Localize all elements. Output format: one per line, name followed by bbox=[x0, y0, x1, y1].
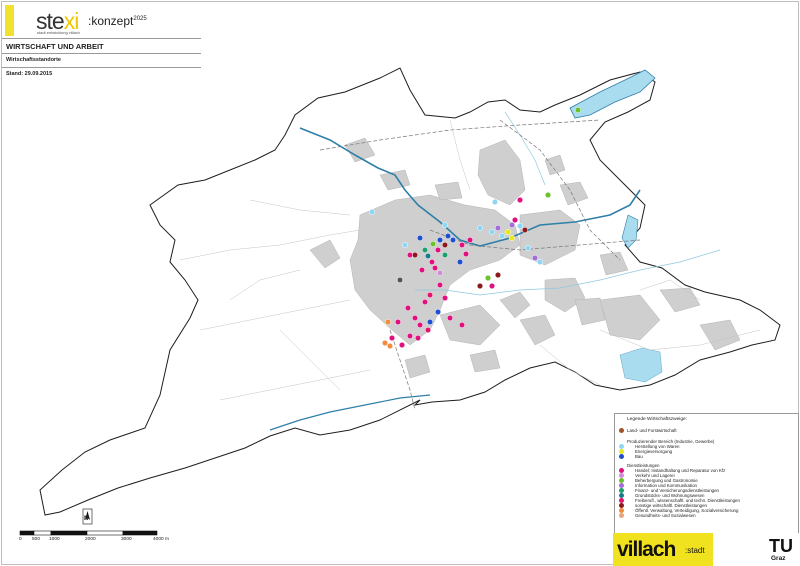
north-label: N bbox=[84, 516, 89, 522]
location-point bbox=[421, 298, 429, 306]
location-point bbox=[416, 321, 424, 329]
legend: Legende Wirtschaftszweige: Land- und For… bbox=[614, 413, 799, 535]
location-point bbox=[476, 224, 484, 232]
location-point bbox=[441, 221, 449, 229]
location-point bbox=[446, 314, 454, 322]
location-point bbox=[429, 240, 437, 248]
location-point bbox=[418, 266, 426, 274]
location-point bbox=[444, 232, 452, 240]
scale-label: 1000 bbox=[49, 537, 60, 542]
location-point bbox=[398, 341, 406, 349]
scale-label: 2000 bbox=[85, 537, 96, 542]
location-point bbox=[531, 254, 539, 262]
location-point bbox=[516, 196, 524, 204]
location-point bbox=[434, 308, 442, 316]
legend-item: Bau bbox=[635, 454, 643, 459]
location-point bbox=[406, 332, 414, 340]
location-point bbox=[484, 274, 492, 282]
location-point bbox=[458, 321, 466, 329]
scale-label: 4000 m bbox=[153, 537, 169, 542]
location-point bbox=[406, 251, 414, 259]
location-point bbox=[436, 236, 444, 244]
location-point bbox=[488, 282, 496, 290]
villach-logo: villach :stadt bbox=[613, 533, 713, 566]
location-point bbox=[498, 232, 506, 240]
location-point bbox=[491, 198, 499, 206]
location-point bbox=[388, 334, 396, 342]
location-point bbox=[416, 234, 424, 242]
location-point bbox=[436, 269, 444, 277]
location-point bbox=[458, 241, 466, 249]
location-point bbox=[466, 236, 474, 244]
location-point bbox=[524, 244, 532, 252]
location-point bbox=[436, 281, 444, 289]
scale-label: 0 bbox=[19, 537, 22, 542]
location-point bbox=[511, 216, 519, 224]
location-point bbox=[508, 221, 516, 229]
location-point bbox=[441, 241, 449, 249]
location-point bbox=[494, 224, 502, 232]
location-point bbox=[476, 282, 484, 290]
location-point bbox=[396, 276, 404, 284]
location-point bbox=[462, 250, 470, 258]
location-point bbox=[434, 246, 442, 254]
location-point bbox=[431, 264, 439, 272]
location-point bbox=[488, 228, 496, 236]
location-point bbox=[494, 271, 502, 279]
legend-swatch bbox=[619, 454, 624, 459]
location-point bbox=[386, 342, 394, 350]
legend-item: Land- und Forstwirtschaft bbox=[627, 428, 677, 433]
location-point bbox=[368, 208, 376, 216]
location-point bbox=[574, 106, 582, 114]
location-point bbox=[521, 226, 529, 234]
location-point bbox=[536, 258, 544, 266]
location-point bbox=[401, 241, 409, 249]
location-point bbox=[424, 326, 432, 334]
location-point bbox=[381, 339, 389, 347]
location-point bbox=[441, 251, 449, 259]
location-point bbox=[426, 291, 434, 299]
legend-swatch bbox=[619, 428, 624, 433]
scale-bar bbox=[19, 530, 158, 536]
location-point bbox=[428, 258, 436, 266]
scale-label: 500 bbox=[32, 537, 41, 542]
location-point bbox=[426, 318, 434, 326]
legend-swatch bbox=[619, 513, 624, 518]
location-point bbox=[411, 314, 419, 322]
location-point bbox=[414, 334, 422, 342]
location-point bbox=[504, 228, 512, 236]
location-point bbox=[508, 234, 516, 242]
scale-label: 3000 bbox=[121, 537, 132, 542]
location-point bbox=[441, 294, 449, 302]
location-point bbox=[449, 236, 457, 244]
legend-title: Legende Wirtschaftszweige: bbox=[627, 417, 687, 422]
location-point bbox=[544, 191, 552, 199]
location-point bbox=[394, 318, 402, 326]
location-point bbox=[384, 318, 392, 326]
legend-item: Gesundheits- und Sozialwesen bbox=[635, 513, 696, 518]
tu-graz-logo: TU Graz bbox=[713, 533, 800, 566]
location-point bbox=[421, 246, 429, 254]
location-point bbox=[516, 222, 524, 230]
location-point bbox=[404, 304, 412, 312]
location-point bbox=[424, 252, 432, 260]
location-point bbox=[456, 258, 464, 266]
